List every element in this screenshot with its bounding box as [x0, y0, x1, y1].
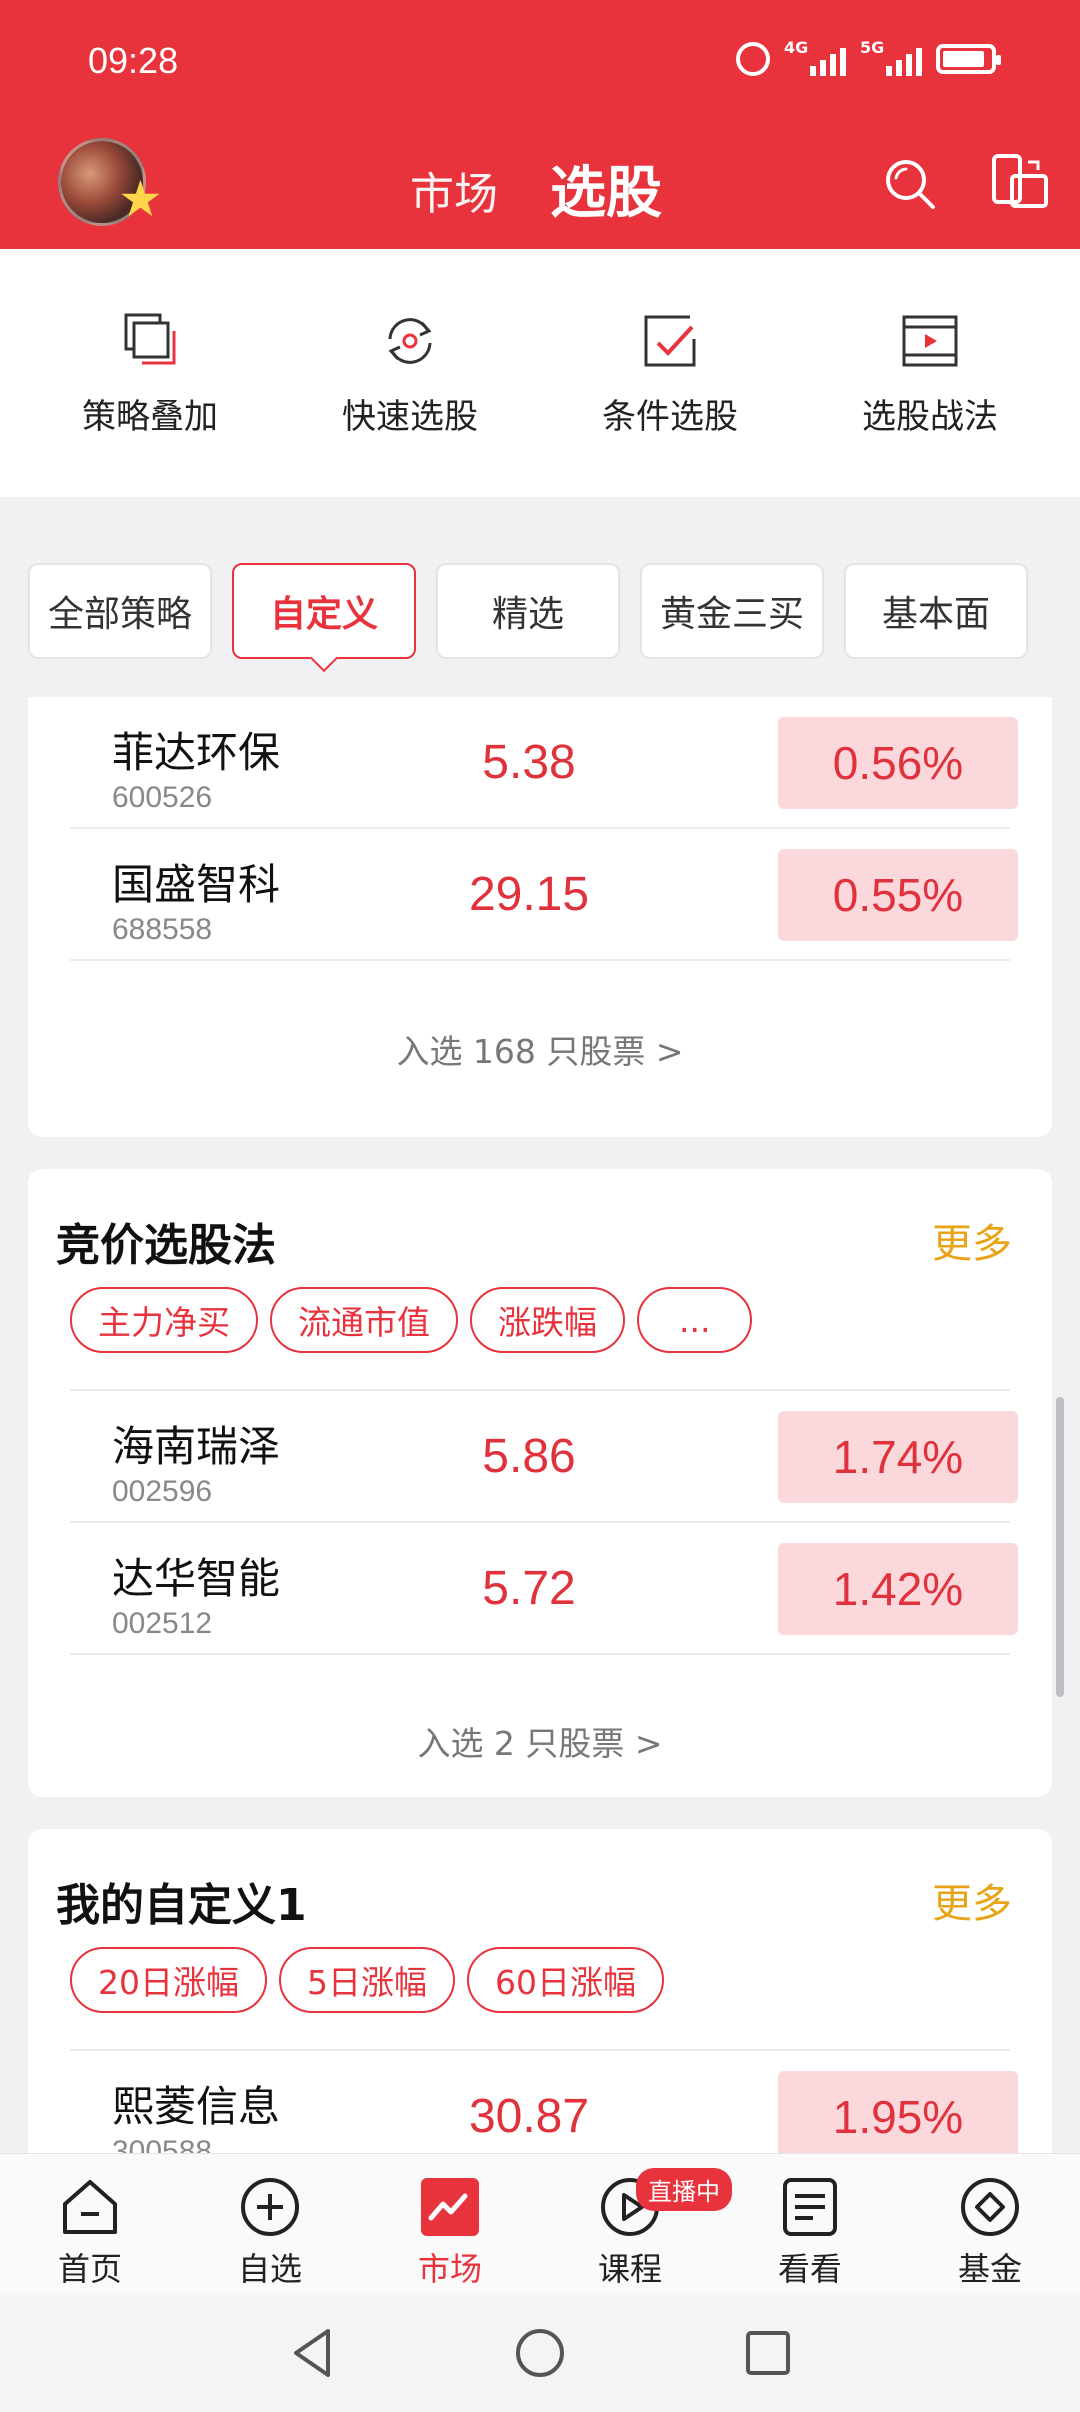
more-link[interactable]: 更多 — [932, 1871, 1012, 1929]
checkbox-icon — [644, 315, 696, 366]
stock-name: 海南瑞泽 — [112, 1422, 281, 1471]
app-header: 09:28 4G 5G ★ 市场 选股 — [0, 0, 1080, 249]
change-percent-badge: 1.95% — [778, 2071, 1018, 2153]
star-badge-icon: ★ — [118, 170, 163, 228]
change-percent-badge: 0.56% — [778, 717, 1018, 809]
search-icon[interactable] — [882, 156, 938, 212]
chip-change-percent[interactable]: 涨跌幅 — [470, 1287, 625, 1353]
system-nav-bar — [0, 2295, 1080, 2412]
stock-price: 30.87 — [468, 2090, 590, 2143]
tab-featured[interactable]: 精选 — [436, 563, 620, 659]
home-icon — [63, 2180, 117, 2234]
change-percent-badge: 1.42% — [778, 1543, 1018, 1635]
nav-market[interactable]: 市场 — [360, 2154, 540, 2295]
change-percent-badge: 1.74% — [778, 1411, 1018, 1503]
status-time: 09:28 — [88, 40, 179, 81]
stock-price: 29.15 — [468, 868, 590, 921]
more-link[interactable]: 更多 — [932, 1211, 1012, 1269]
signal-4g-icon: 4G — [784, 38, 846, 76]
stock-name: 国盛智科 — [112, 860, 281, 909]
chip-60-day-gain[interactable]: 60日涨幅 — [467, 1947, 664, 2013]
back-icon[interactable] — [284, 2325, 340, 2381]
chip-main-net-buy[interactable]: 主力净买 — [70, 1287, 258, 1353]
alarm-icon — [736, 42, 770, 76]
indicator-chips: 20日涨幅 5日涨幅 60日涨幅 — [70, 1947, 664, 2013]
nav-courses[interactable]: 课程 直播中 — [540, 2154, 732, 2295]
tool-strategy-overlay[interactable]: 策略叠加 — [40, 309, 260, 438]
stock-price: 5.86 — [482, 1430, 576, 1483]
stock-row[interactable]: 达华智能 002512 5.72 1.42% — [70, 1521, 1018, 1653]
video-icon — [902, 315, 958, 366]
indicator-chips: 主力净买 流通市值 涨跌幅 ... — [70, 1287, 753, 1353]
stock-price: 5.72 — [482, 1562, 576, 1615]
stock-name: 熙菱信息 — [112, 2082, 281, 2131]
document-icon — [783, 2178, 837, 2236]
stock-row[interactable]: 熙菱信息 300588 30.87 1.95% — [70, 2049, 1018, 2153]
strategy-card: 000701 菲达环保 600526 5.38 0.56% 国盛智科 68855… — [28, 697, 1052, 1137]
chip-more[interactable]: ... — [637, 1287, 753, 1353]
nav-watchlist[interactable]: 自选 — [180, 2154, 360, 2295]
market-chart-icon — [421, 2178, 479, 2236]
stock-code: 688558 — [112, 913, 213, 946]
strategy-list[interactable]: 000701 菲达环保 600526 5.38 0.56% 国盛智科 68855… — [0, 697, 1080, 2153]
chip-float-market-cap[interactable]: 流通市值 — [270, 1287, 458, 1353]
live-badge: 直播中 — [636, 2168, 732, 2211]
scrollbar[interactable] — [1056, 1397, 1064, 1697]
stock-row[interactable]: 海南瑞泽 002596 5.86 1.74% — [70, 1389, 1018, 1521]
chip-5-day-gain[interactable]: 5日涨幅 — [279, 1947, 455, 2013]
diamond-icon — [961, 2178, 1019, 2236]
selected-count-link[interactable]: 入选 2 只股票 > — [28, 1717, 1052, 1765]
selected-count-link[interactable]: 入选 168 只股票 > — [28, 1025, 1052, 1073]
layers-icon — [124, 313, 176, 364]
stock-row[interactable]: 菲达环保 600526 5.38 0.56% — [70, 697, 1018, 827]
stock-name: 达华智能 — [112, 1554, 281, 1603]
status-icons: 4G 5G — [736, 38, 1001, 76]
strategy-category-tabs: 全部策略 自定义 精选 黄金三买 基本面 — [28, 563, 1028, 659]
row-divider — [70, 1653, 1010, 1655]
home-circle-icon[interactable] — [512, 2325, 568, 2381]
stock-code: 002596 — [112, 1475, 213, 1508]
tool-quick-pick[interactable]: 快速选股 — [300, 309, 520, 438]
battery-icon — [936, 44, 1001, 74]
strategy-card: 我的自定义1 更多 20日涨幅 5日涨幅 60日涨幅 熙菱信息 300588 3… — [28, 1829, 1052, 2153]
bottom-nav: 首页 自选 市场 课程 直播中 看看 基金 — [0, 2153, 1080, 2295]
tab-market[interactable]: 市场 — [410, 158, 498, 222]
strategy-card: 竞价选股法 更多 主力净买 流通市值 涨跌幅 ... 海南瑞泽 002596 5… — [28, 1169, 1052, 1797]
tab-stock-picking[interactable]: 选股 — [550, 148, 662, 229]
recents-icon[interactable] — [742, 2327, 794, 2379]
stock-code: 600526 — [112, 781, 213, 814]
stock-name: 菲达环保 — [112, 728, 281, 777]
device-switch-icon[interactable] — [990, 152, 1050, 212]
nav-home[interactable]: 首页 — [0, 2154, 180, 2295]
card-title: 我的自定义1 — [56, 1880, 307, 1931]
signal-5g-icon: 5G — [860, 38, 922, 76]
tab-golden-three-buys[interactable]: 黄金三买 — [640, 563, 824, 659]
tab-all-strategies[interactable]: 全部策略 — [28, 563, 212, 659]
tab-custom[interactable]: 自定义 — [232, 563, 416, 659]
stock-code: 002512 — [112, 1607, 213, 1640]
stock-code: 300588 — [112, 2135, 213, 2153]
card-title: 竞价选股法 — [56, 1220, 276, 1271]
nav-browse[interactable]: 看看 — [720, 2154, 900, 2295]
tab-fundamentals[interactable]: 基本面 — [844, 563, 1028, 659]
stock-price: 5.38 — [482, 736, 576, 789]
tool-condition-pick[interactable]: 条件选股 — [560, 309, 780, 438]
refresh-icon — [388, 317, 432, 364]
tool-pick-tactics[interactable]: 选股战法 — [820, 309, 1040, 438]
chip-20-day-gain[interactable]: 20日涨幅 — [70, 1947, 267, 2013]
status-bar: 09:28 4G 5G — [0, 0, 1080, 120]
change-percent-badge: 0.55% — [778, 849, 1018, 941]
tool-row: 策略叠加 快速选股 条件选股 选股战法 — [0, 249, 1080, 497]
add-circle-icon — [241, 2178, 299, 2236]
nav-funds[interactable]: 基金 — [900, 2154, 1080, 2295]
row-divider — [70, 959, 1010, 961]
stock-row[interactable]: 国盛智科 688558 29.15 0.55% — [70, 827, 1018, 959]
